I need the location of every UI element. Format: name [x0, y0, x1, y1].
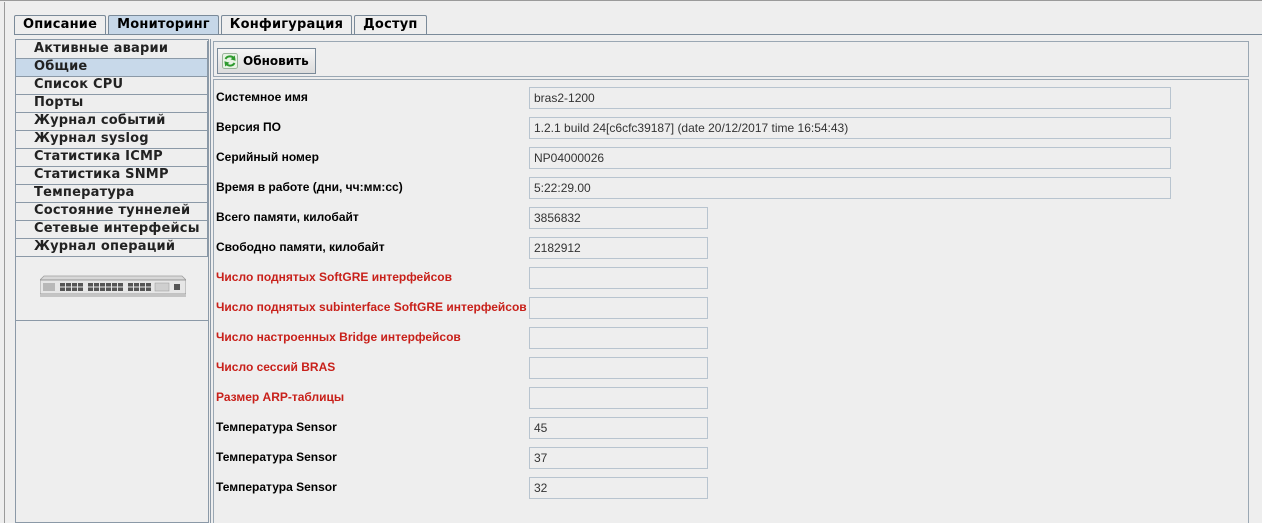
- field-value[interactable]: bras2-1200: [529, 87, 1171, 109]
- field-value[interactable]: [529, 357, 708, 379]
- field-label: Температура Sensor: [216, 480, 337, 494]
- field-value[interactable]: 45: [529, 417, 708, 439]
- toolbar: Обновить: [213, 41, 1249, 77]
- field-row: Температура Sensor 45: [214, 417, 1250, 439]
- field-label-warning: Размер ARP-таблицы: [216, 390, 345, 404]
- window-frame-left: [4, 2, 5, 523]
- field-value[interactable]: 5:22:29.00: [529, 177, 1171, 199]
- field-label: Системное имя: [216, 90, 308, 104]
- sidebar-item-general[interactable]: Общие: [16, 59, 208, 77]
- refresh-icon: [222, 53, 238, 69]
- tab-configuration[interactable]: Конфигурация: [220, 15, 353, 35]
- sidebar-list: Активные аварии Общие Список CPU Порты Ж…: [16, 41, 208, 257]
- field-label: Версия ПО: [216, 120, 282, 134]
- field-value[interactable]: [529, 327, 708, 349]
- field-row: Температура Sensor 37: [214, 447, 1250, 469]
- field-label-warning: Число настроенных Bridge интерфейсов: [216, 330, 461, 344]
- sidebar-item-cpu-list[interactable]: Список CPU: [16, 77, 208, 95]
- sidebar: Активные аварии Общие Список CPU Порты Ж…: [15, 39, 209, 523]
- sidebar-item-temperature[interactable]: Температура: [16, 185, 208, 203]
- field-label: Время в работе (дни, чч:мм:сс): [216, 180, 403, 194]
- field-value[interactable]: [529, 267, 708, 289]
- sidebar-item-ports[interactable]: Порты: [16, 95, 208, 113]
- tabs-divider: [14, 34, 1262, 35]
- field-row: Всего памяти, килобайт 3856832: [214, 207, 1250, 229]
- field-row: Время в работе (дни, чч:мм:сс) 5:22:29.0…: [214, 177, 1250, 199]
- field-label: Свободно памяти, килобайт: [216, 240, 385, 254]
- field-row: Размер ARP-таблицы: [214, 387, 1250, 409]
- field-row: Системное имя bras2-1200: [214, 87, 1250, 109]
- field-value[interactable]: [529, 297, 708, 319]
- tab-monitoring[interactable]: Мониторинг: [108, 15, 219, 35]
- field-label-warning: Число сессий BRAS: [216, 360, 336, 374]
- refresh-button[interactable]: Обновить: [217, 48, 316, 74]
- field-label: Серийный номер: [216, 150, 319, 164]
- field-row: Свободно памяти, килобайт 2182912: [214, 237, 1250, 259]
- field-value[interactable]: [529, 387, 708, 409]
- tab-access[interactable]: Доступ: [354, 15, 427, 35]
- sidebar-item-event-log[interactable]: Журнал событий: [16, 113, 208, 131]
- field-label: Температура Sensor: [216, 420, 337, 434]
- sidebar-item-tunnel-state[interactable]: Состояние туннелей: [16, 203, 208, 221]
- field-row: Версия ПО 1.2.1 build 24[c6cfc39187] (da…: [214, 117, 1250, 139]
- field-value[interactable]: 3856832: [529, 207, 708, 229]
- window-frame-top: [0, 0, 1262, 5]
- network-switch-device-image: [40, 275, 186, 297]
- field-label: Температура Sensor: [216, 450, 337, 464]
- field-label-warning: Число поднятых SoftGRE интерфейсов: [216, 270, 452, 284]
- field-row: Число настроенных Bridge интерфейсов: [214, 327, 1250, 349]
- sidebar-item-active-alarms[interactable]: Активные аварии: [16, 41, 208, 59]
- field-label-warning: Число поднятых subinterface SoftGRE инте…: [216, 300, 527, 314]
- sidebar-item-network-interfaces[interactable]: Сетевые интерфейсы: [16, 221, 208, 239]
- field-value[interactable]: 1.2.1 build 24[c6cfc39187] (date 20/12/2…: [529, 117, 1171, 139]
- main-tabs: Описание Мониторинг Конфигурация Доступ: [14, 15, 429, 35]
- sidebar-item-syslog[interactable]: Журнал syslog: [16, 131, 208, 149]
- field-row: Число поднятых SoftGRE интерфейсов: [214, 267, 1250, 289]
- field-row: Температура Sensor 32: [214, 477, 1250, 499]
- field-row: Серийный номер NP04000026: [214, 147, 1250, 169]
- field-value[interactable]: 2182912: [529, 237, 708, 259]
- general-info-form: Системное имя bras2-1200 Версия ПО 1.2.1…: [213, 79, 1249, 523]
- sidebar-item-operations-log[interactable]: Журнал операций: [16, 239, 208, 257]
- tab-description[interactable]: Описание: [14, 15, 107, 35]
- field-label: Всего памяти, килобайт: [216, 210, 359, 224]
- refresh-button-label: Обновить: [243, 54, 309, 68]
- device-image-panel: [16, 258, 208, 321]
- sidebar-item-icmp-stats[interactable]: Статистика ICMP: [16, 149, 208, 167]
- field-row: Число поднятых subinterface SoftGRE инте…: [214, 297, 1250, 319]
- field-value[interactable]: 37: [529, 447, 708, 469]
- field-value[interactable]: 32: [529, 477, 708, 499]
- sidebar-item-snmp-stats[interactable]: Статистика SNMP: [16, 167, 208, 185]
- content-panel: Обновить Системное имя bras2-1200 Версия…: [210, 39, 1262, 523]
- field-value[interactable]: NP04000026: [529, 147, 1171, 169]
- field-row: Число сессий BRAS: [214, 357, 1250, 379]
